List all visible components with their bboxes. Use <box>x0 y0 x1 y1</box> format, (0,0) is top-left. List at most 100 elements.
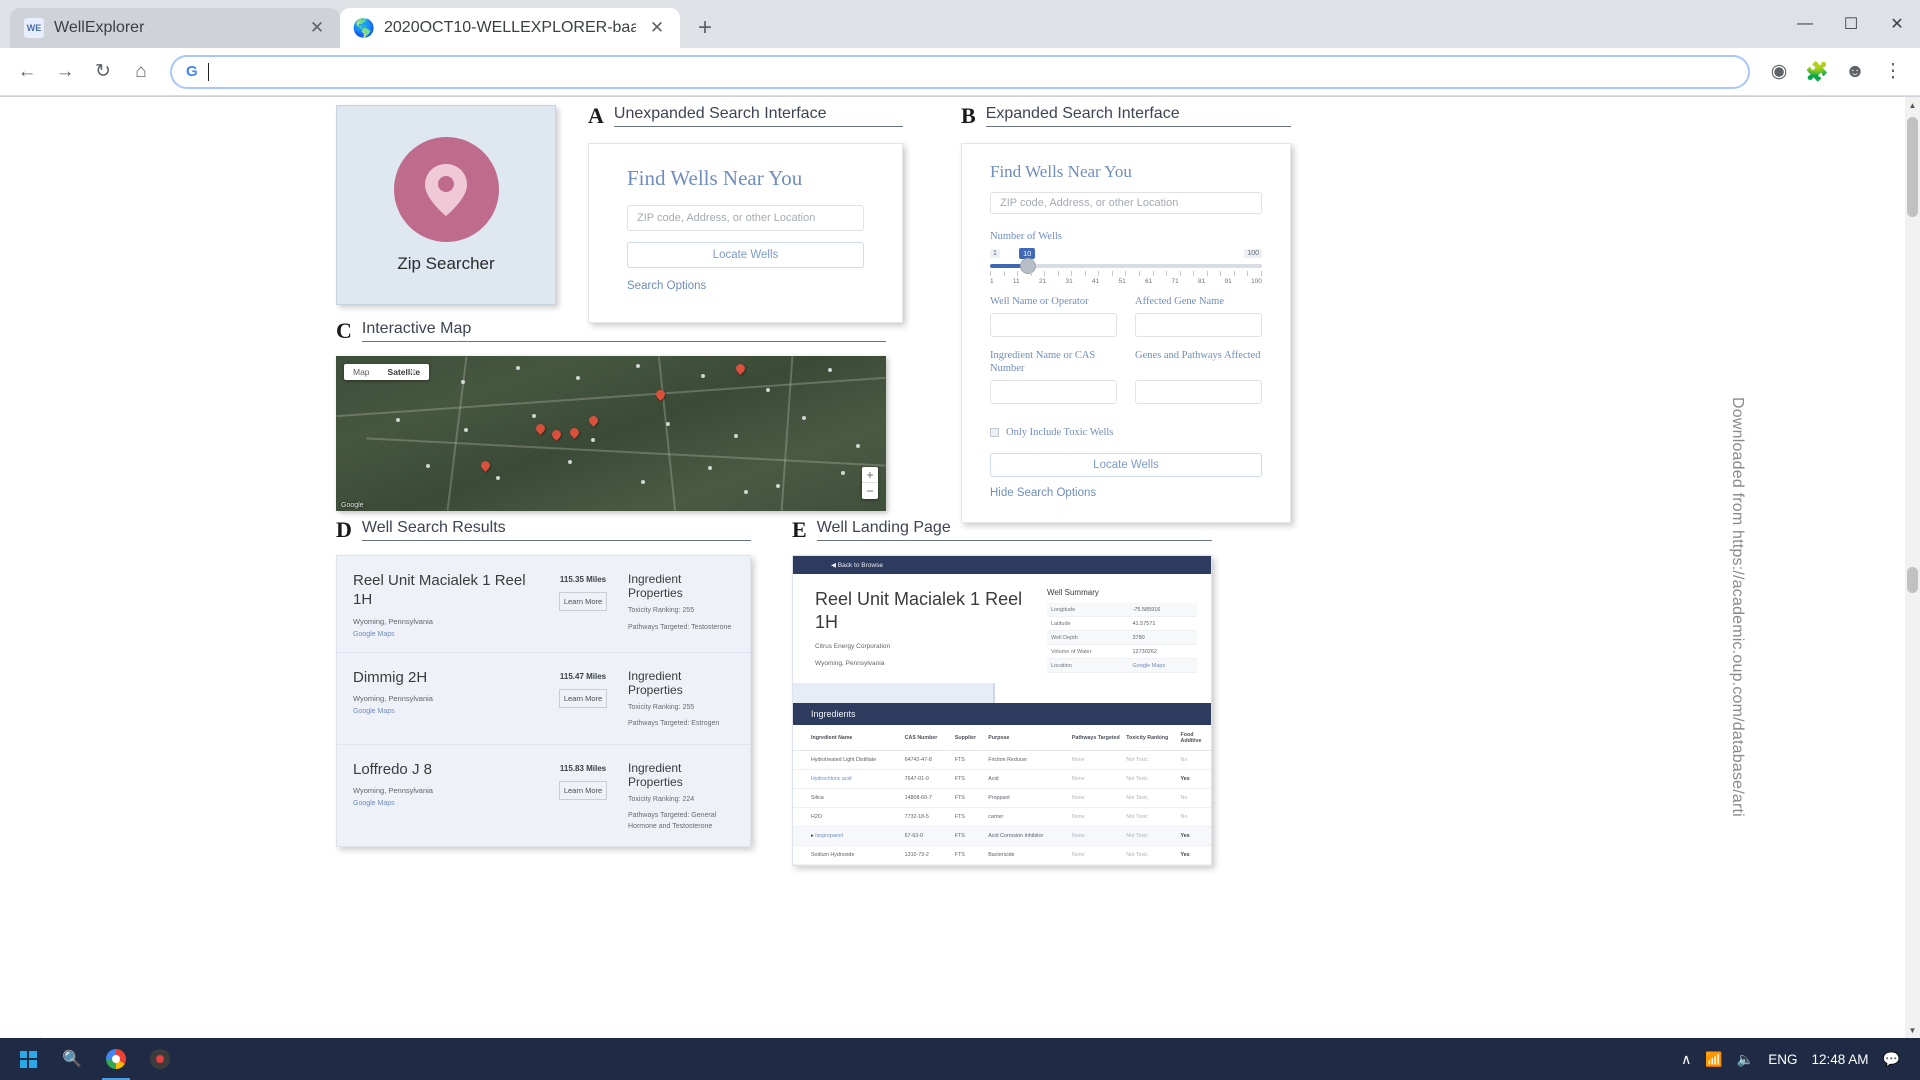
summary-value-link[interactable]: Google Maps <box>1128 658 1197 673</box>
map-pin[interactable] <box>481 461 490 474</box>
expand-arrow-icon[interactable]: ▸ <box>811 833 814 839</box>
gene-name-input[interactable] <box>1135 313 1262 338</box>
purpose: Bactericide <box>985 845 1069 865</box>
learn-more-button[interactable]: Learn More <box>559 688 607 708</box>
wifi-icon[interactable]: 📶 <box>1705 1051 1722 1068</box>
ingredient-name: H2O <box>793 807 902 827</box>
close-icon[interactable]: ✕ <box>646 17 668 39</box>
map-zoom-controls[interactable]: + − <box>862 467 878 499</box>
tray-expand-icon[interactable]: ∧ <box>1681 1051 1691 1068</box>
start-button[interactable] <box>6 1038 50 1080</box>
tab-wellexplorer[interactable]: WE WellExplorer ✕ <box>10 8 340 48</box>
zoom-in-button[interactable]: + <box>862 467 878 483</box>
table-row[interactable]: Loffredo J 8 Wyoming, Pennsylvania Googl… <box>337 745 750 847</box>
map-type-toggle[interactable]: Map Satellite <box>344 364 430 380</box>
food-additive: Yes <box>1177 769 1211 789</box>
map-pin[interactable] <box>552 430 561 443</box>
table-row[interactable]: Silica 14808-60-7 FTS Proppant None Not … <box>793 788 1211 808</box>
taskbar-chrome-icon[interactable] <box>94 1038 138 1080</box>
location-input-a[interactable]: ZIP code, Address, or other Location <box>627 205 864 231</box>
find-wells-heading-a: Find Wells Near You <box>627 166 803 190</box>
table-row[interactable]: Dimmig 2H Wyoming, Pennsylvania Google M… <box>337 653 750 745</box>
locate-wells-button-b[interactable]: Locate Wells <box>990 453 1262 478</box>
table-header-row: Ingredient Name CAS Number Supplier Purp… <box>793 725 1211 751</box>
taskbar-recorder-icon[interactable] <box>138 1038 182 1080</box>
pdf-viewport: Zip Searcher A Unexpanded Search Interfa… <box>0 96 1920 1038</box>
scroll-down-icon[interactable]: ▼ <box>1905 1022 1920 1038</box>
summary-label: Latitude <box>1047 616 1129 631</box>
well-name[interactable]: Loffredo J 8 <box>353 761 538 780</box>
profile-icon[interactable]: ☻ <box>1838 55 1872 89</box>
tab-pdf-document[interactable]: 🌎 2020OCT10-WELLEXPLORER-baa ✕ <box>340 8 680 48</box>
zoom-out-button[interactable]: − <box>862 483 878 499</box>
interactive-map[interactable]: Map Satellite + − Google <box>336 356 886 511</box>
text-caret <box>207 62 209 81</box>
kebab-menu-icon[interactable]: ⋮ <box>1876 55 1910 89</box>
tick-label: 81 <box>1198 278 1206 286</box>
well-name[interactable]: Reel Unit Macialek 1 Reel 1H <box>353 572 538 610</box>
zip-searcher-box[interactable]: Zip Searcher <box>336 105 556 305</box>
checkbox-icon[interactable] <box>990 428 999 438</box>
learn-more-button[interactable]: Learn More <box>559 592 607 611</box>
number-of-wells-slider[interactable]: 1 10 100 1 11 21 31 41 51 61 71 81 91 10… <box>990 248 1262 289</box>
google-maps-link[interactable]: Google Maps <box>353 631 538 638</box>
maximize-button[interactable]: ☐ <box>1828 0 1874 48</box>
map-pin[interactable] <box>536 424 545 437</box>
map-pin-icon <box>393 136 499 242</box>
minimize-button[interactable]: — <box>1782 0 1828 48</box>
back-icon[interactable]: ← <box>10 55 44 89</box>
well-name[interactable]: Dimmig 2H <box>353 669 538 688</box>
page-scrollbar[interactable]: ▲ ▼ <box>1905 97 1920 1038</box>
toxic-wells-checkbox-row[interactable]: Only Include Toxic Wells <box>990 426 1262 439</box>
table-row[interactable]: H2O 7732-18-5 FTS carrier None Not Toxic… <box>793 807 1211 827</box>
back-to-browse-link[interactable]: ◀ Back to Browse <box>793 556 1211 574</box>
locate-wells-button-a[interactable]: Locate Wells <box>627 242 864 268</box>
ingredient-name-link[interactable]: ▸ Isopropanol <box>793 826 902 846</box>
language-indicator[interactable]: ENG <box>1768 1052 1797 1067</box>
map-type-satellite[interactable]: Satellite <box>379 364 430 380</box>
speaker-icon[interactable]: 🔈 <box>1737 1051 1754 1068</box>
google-maps-link[interactable]: Google Maps <box>353 800 538 807</box>
pathways-targeted: None <box>1068 750 1124 770</box>
scrollbar-thumb-secondary[interactable] <box>1907 567 1918 593</box>
summary-value: 41.57571 <box>1128 616 1197 631</box>
ingredient-name-link[interactable]: Hydrochloric acid <box>793 769 902 789</box>
pathways-targeted: Pathways Targeted: Testosterone <box>628 623 732 631</box>
ingredient-name-input[interactable] <box>990 380 1117 405</box>
well-name-input[interactable] <box>990 313 1117 338</box>
home-icon[interactable]: ⌂ <box>124 55 158 89</box>
search-options-link[interactable]: Search Options <box>627 280 864 292</box>
google-maps-link[interactable]: Google Maps <box>353 708 538 715</box>
taskbar-search-icon[interactable]: 🔍 <box>50 1038 94 1080</box>
scrollbar-thumb[interactable] <box>1907 117 1918 217</box>
map-type-map[interactable]: Map <box>344 364 379 380</box>
learn-more-button[interactable]: Learn More <box>559 780 607 800</box>
summary-value: 12730262 <box>1128 644 1197 659</box>
landing-operator: Citrus Energy Corporation <box>815 643 891 650</box>
scroll-up-icon[interactable]: ▲ <box>1905 97 1920 113</box>
table-row[interactable]: Reel Unit Macialek 1 Reel 1H Wyoming, Pe… <box>337 556 750 653</box>
close-icon[interactable]: ✕ <box>306 17 328 39</box>
notification-icon[interactable]: 💬 <box>1883 1051 1900 1068</box>
col-toxicity-ranking: Toxicity Ranking <box>1123 725 1178 751</box>
table-row[interactable]: ▸ Isopropanol 67-63-0 FTS Acid Corrosion… <box>793 826 1211 846</box>
new-tab-button[interactable]: + <box>688 11 722 45</box>
share-icon[interactable]: ◉ <box>1762 55 1796 89</box>
reload-icon[interactable]: ↻ <box>86 55 120 89</box>
pathways-input[interactable] <box>1135 380 1262 405</box>
address-bar[interactable]: G <box>170 54 1750 89</box>
col-food-additive: Food Additive <box>1177 725 1211 751</box>
map-pin[interactable] <box>589 416 598 429</box>
puzzle-icon[interactable]: 🧩 <box>1800 55 1834 89</box>
map-pin[interactable] <box>656 390 665 403</box>
map-pin[interactable] <box>736 364 745 377</box>
table-row[interactable]: Hydrotreated Light Distillate 64742-47-8… <box>793 750 1211 770</box>
close-window-button[interactable]: ✕ <box>1874 0 1920 48</box>
table-row[interactable]: Hydrochloric acid 7647-01-0 FTS Acid Non… <box>793 769 1211 789</box>
forward-icon[interactable]: → <box>48 55 82 89</box>
hide-search-options-link[interactable]: Hide Search Options <box>990 487 1262 499</box>
taskbar-clock[interactable]: 12:48 AM <box>1812 1052 1869 1067</box>
location-input-b[interactable]: ZIP code, Address, or other Location <box>990 192 1262 214</box>
table-row[interactable]: Sodium Hydroxide 1310-73-2 FTS Bacterici… <box>793 845 1211 865</box>
map-pin[interactable] <box>570 428 579 441</box>
